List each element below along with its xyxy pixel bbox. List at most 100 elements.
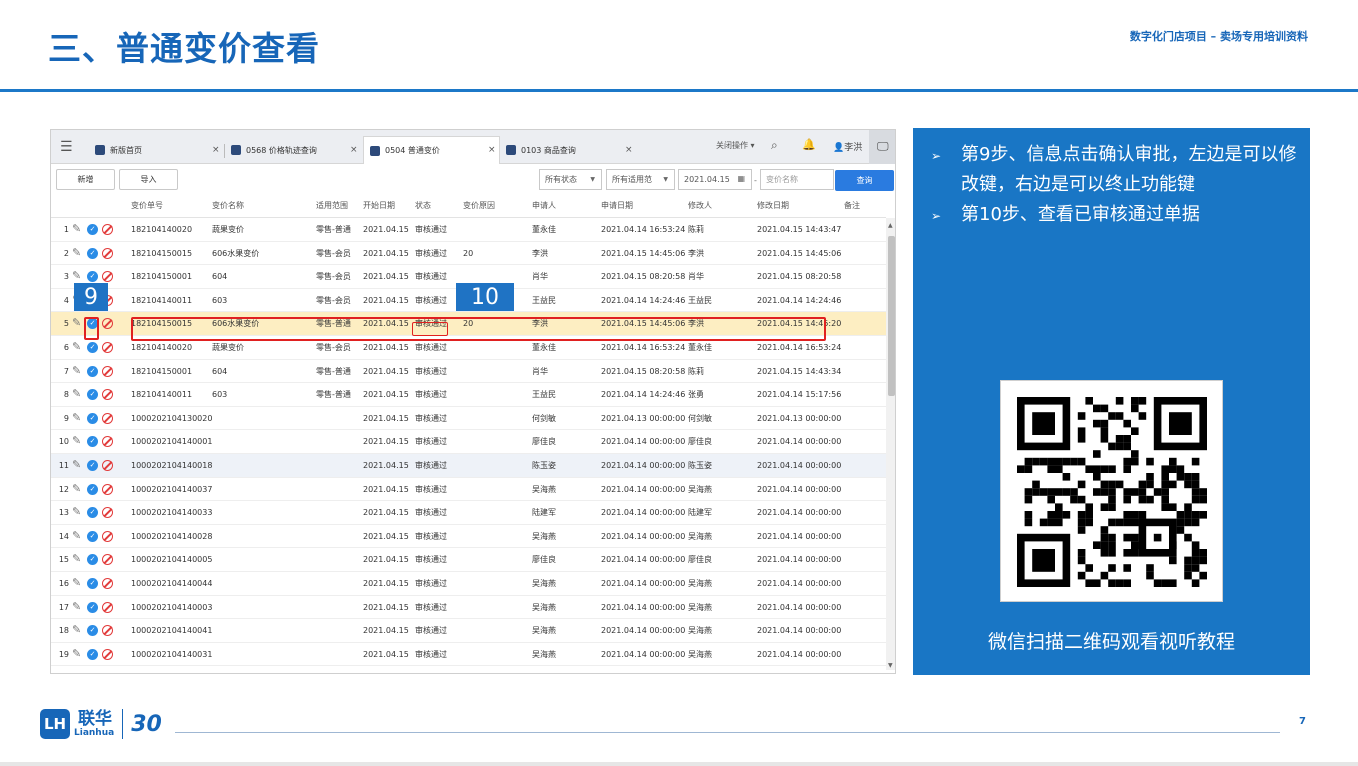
edit-icon[interactable]: ✎: [72, 387, 81, 400]
confirm-approve-icon[interactable]: ✓: [87, 507, 98, 519]
terminate-icon[interactable]: [102, 507, 113, 519]
terminate-icon[interactable]: [102, 483, 113, 495]
confirm-approve-icon[interactable]: ✓: [87, 247, 98, 259]
confirm-approve-icon[interactable]: ✓: [87, 554, 98, 566]
header-col-reason[interactable]: 变价原因: [463, 194, 495, 218]
confirm-approve-icon[interactable]: ✓: [87, 412, 98, 424]
bell-icon[interactable]: 🔔: [802, 138, 816, 151]
date-picker[interactable]: 2021.04.15 ▦: [678, 169, 752, 190]
scrollbar-thumb[interactable]: [888, 236, 895, 396]
header-col-status[interactable]: 状态: [415, 194, 431, 218]
confirm-approve-icon[interactable]: ✓: [87, 578, 98, 589]
confirm-approve-icon[interactable]: ✓: [87, 601, 98, 613]
edit-icon[interactable]: ✎: [72, 316, 81, 329]
edit-icon[interactable]: ✎: [72, 411, 81, 424]
edit-icon[interactable]: ✎: [72, 246, 81, 259]
confirm-approve-icon[interactable]: ✓: [87, 648, 98, 660]
hamburger-menu-icon[interactable]: ☰: [60, 139, 73, 155]
table-row[interactable]: 12 ✎ ✓ 1000202104140037 2021.04.15 审核通过 吴海燕 202…: [51, 478, 886, 502]
table-row[interactable]: 19 ✎ ✓ 1000202104140031 2021.04.15 审核通过 吴海燕 202…: [51, 643, 886, 667]
edit-icon[interactable]: ✎: [72, 623, 81, 636]
scroll-down-icon[interactable]: ▼: [888, 662, 893, 669]
confirm-approve-icon[interactable]: ✓: [87, 625, 98, 637]
scope-filter-select[interactable]: 所有适用范 ▼: [606, 169, 675, 190]
scroll-up-icon[interactable]: ▲: [888, 222, 893, 229]
table-row[interactable]: 10 ✎ ✓ 1000202104140001 2021.04.15 审核通过 廖佳良 202…: [51, 430, 886, 454]
edit-icon[interactable]: ✎: [72, 505, 81, 518]
edit-icon[interactable]: ✎: [72, 458, 81, 471]
terminate-icon[interactable]: [102, 271, 113, 283]
table-row[interactable]: 1 ✎ ✓ 182104140020 蔬果变价 零售-普通 2021.04.15 审核通过 董永…: [51, 218, 886, 242]
terminate-icon[interactable]: [102, 247, 113, 259]
confirm-approve-icon[interactable]: ✓: [87, 460, 98, 471]
edit-icon[interactable]: ✎: [72, 647, 81, 660]
monitor-button[interactable]: 🖵: [869, 130, 895, 164]
edit-icon[interactable]: ✎: [72, 434, 81, 447]
header-col-modifier[interactable]: 修改人: [688, 194, 712, 218]
close-ops-menu[interactable]: 关闭操作 ▾: [716, 140, 755, 151]
status-filter-select[interactable]: 所有状态 ▼: [539, 169, 602, 190]
tab-product-query[interactable]: 0103 商品查询: [500, 136, 636, 164]
terminate-icon[interactable]: [102, 365, 113, 377]
terminate-icon[interactable]: [102, 530, 113, 542]
terminate-icon[interactable]: [102, 601, 113, 613]
table-row[interactable]: 7 ✎ ✓ 182104150001 604 零售-普通 2021.04.15 审核通过 肖华 2…: [51, 360, 886, 384]
confirm-approve-icon[interactable]: ✓: [87, 224, 98, 235]
tab-home[interactable]: 新版首页: [89, 136, 225, 164]
table-row[interactable]: 13 ✎ ✓ 1000202104140033 2021.04.15 审核通过 陆建军 202…: [51, 501, 886, 525]
terminate-icon[interactable]: [102, 318, 113, 330]
terminate-icon[interactable]: [102, 648, 113, 660]
terminate-icon[interactable]: [102, 554, 113, 566]
confirm-approve-icon[interactable]: ✓: [87, 436, 98, 448]
confirm-approve-icon[interactable]: ✓: [87, 271, 98, 283]
table-row[interactable]: 18 ✎ ✓ 1000202104140041 2021.04.15 审核通过 吴海燕 202…: [51, 619, 886, 643]
close-icon[interactable]: ×: [625, 145, 633, 155]
header-col-scope[interactable]: 适用范围: [316, 194, 348, 218]
edit-icon[interactable]: ✎: [72, 576, 81, 589]
user-menu[interactable]: 👤李洪: [833, 140, 862, 153]
tab-price-change[interactable]: 0504 普通变价: [363, 136, 500, 164]
table-row[interactable]: 17 ✎ ✓ 1000202104140003 2021.04.15 审核通过 吴海燕 202…: [51, 596, 886, 620]
header-col-mod-date[interactable]: 修改日期: [757, 194, 789, 218]
edit-icon[interactable]: ✎: [72, 340, 81, 353]
terminate-icon[interactable]: [102, 625, 113, 637]
new-button[interactable]: 新增: [56, 169, 115, 190]
header-col-start-date[interactable]: 开始日期: [363, 194, 395, 218]
table-row[interactable]: 11 ✎ ✓ 1000202104140018 2021.04.15 审核通过 陈玉姿 202…: [51, 454, 886, 478]
edit-icon[interactable]: ✎: [72, 482, 81, 495]
terminate-icon[interactable]: [102, 342, 113, 353]
terminate-icon[interactable]: [102, 578, 113, 589]
edit-icon[interactable]: ✎: [72, 529, 81, 542]
search-icon[interactable]: ⌕: [771, 138, 778, 153]
edit-icon[interactable]: ✎: [72, 600, 81, 613]
confirm-approve-icon[interactable]: ✓: [87, 483, 98, 495]
confirm-approve-icon[interactable]: ✓: [87, 389, 98, 401]
header-col-price-name[interactable]: 变价名称: [212, 194, 244, 218]
table-row[interactable]: 8 ✎ ✓ 182104140011 603 零售-普通 2021.04.15 审核通过 王益民…: [51, 383, 886, 407]
header-col-remark[interactable]: 备注: [844, 194, 860, 218]
terminate-icon[interactable]: [102, 389, 113, 401]
edit-icon[interactable]: ✎: [72, 269, 81, 282]
terminate-icon[interactable]: [102, 436, 113, 448]
close-icon[interactable]: ×: [488, 145, 496, 155]
header-col-applicant[interactable]: 申请人: [532, 194, 556, 218]
terminate-icon[interactable]: [102, 224, 113, 235]
table-row[interactable]: 9 ✎ ✓ 1000202104130020 2021.04.15 审核通过 何剑敏 2021…: [51, 407, 886, 431]
table-row[interactable]: 15 ✎ ✓ 1000202104140005 2021.04.15 审核通过 廖佳良 202…: [51, 548, 886, 572]
table-row[interactable]: 14 ✎ ✓ 1000202104140028 2021.04.15 审核通过 吴海燕 202…: [51, 525, 886, 549]
confirm-approve-icon[interactable]: ✓: [87, 342, 98, 353]
terminate-icon[interactable]: [102, 412, 113, 424]
edit-icon[interactable]: ✎: [72, 364, 81, 377]
query-button[interactable]: 查询: [835, 170, 894, 191]
tab-price-history[interactable]: 0568 价格轨迹查询: [225, 136, 363, 164]
table-row[interactable]: 16 ✎ ✓ 1000202104140044 2021.04.15 审核通过 吴海燕 202…: [51, 572, 886, 596]
import-button[interactable]: 导入: [119, 169, 178, 190]
confirm-approve-icon[interactable]: ✓: [87, 365, 98, 377]
table-row[interactable]: 2 ✎ ✓ 182104150015 606水果变价 零售-会员 2021.04.15 审核通…: [51, 242, 886, 266]
price-name-input[interactable]: 变价名称: [760, 169, 834, 190]
edit-icon[interactable]: ✎: [72, 552, 81, 565]
header-col-apply-date[interactable]: 申请日期: [601, 194, 633, 218]
close-icon[interactable]: ×: [350, 145, 358, 155]
close-icon[interactable]: ×: [212, 145, 220, 155]
header-col-price-id[interactable]: 变价单号: [131, 194, 163, 218]
